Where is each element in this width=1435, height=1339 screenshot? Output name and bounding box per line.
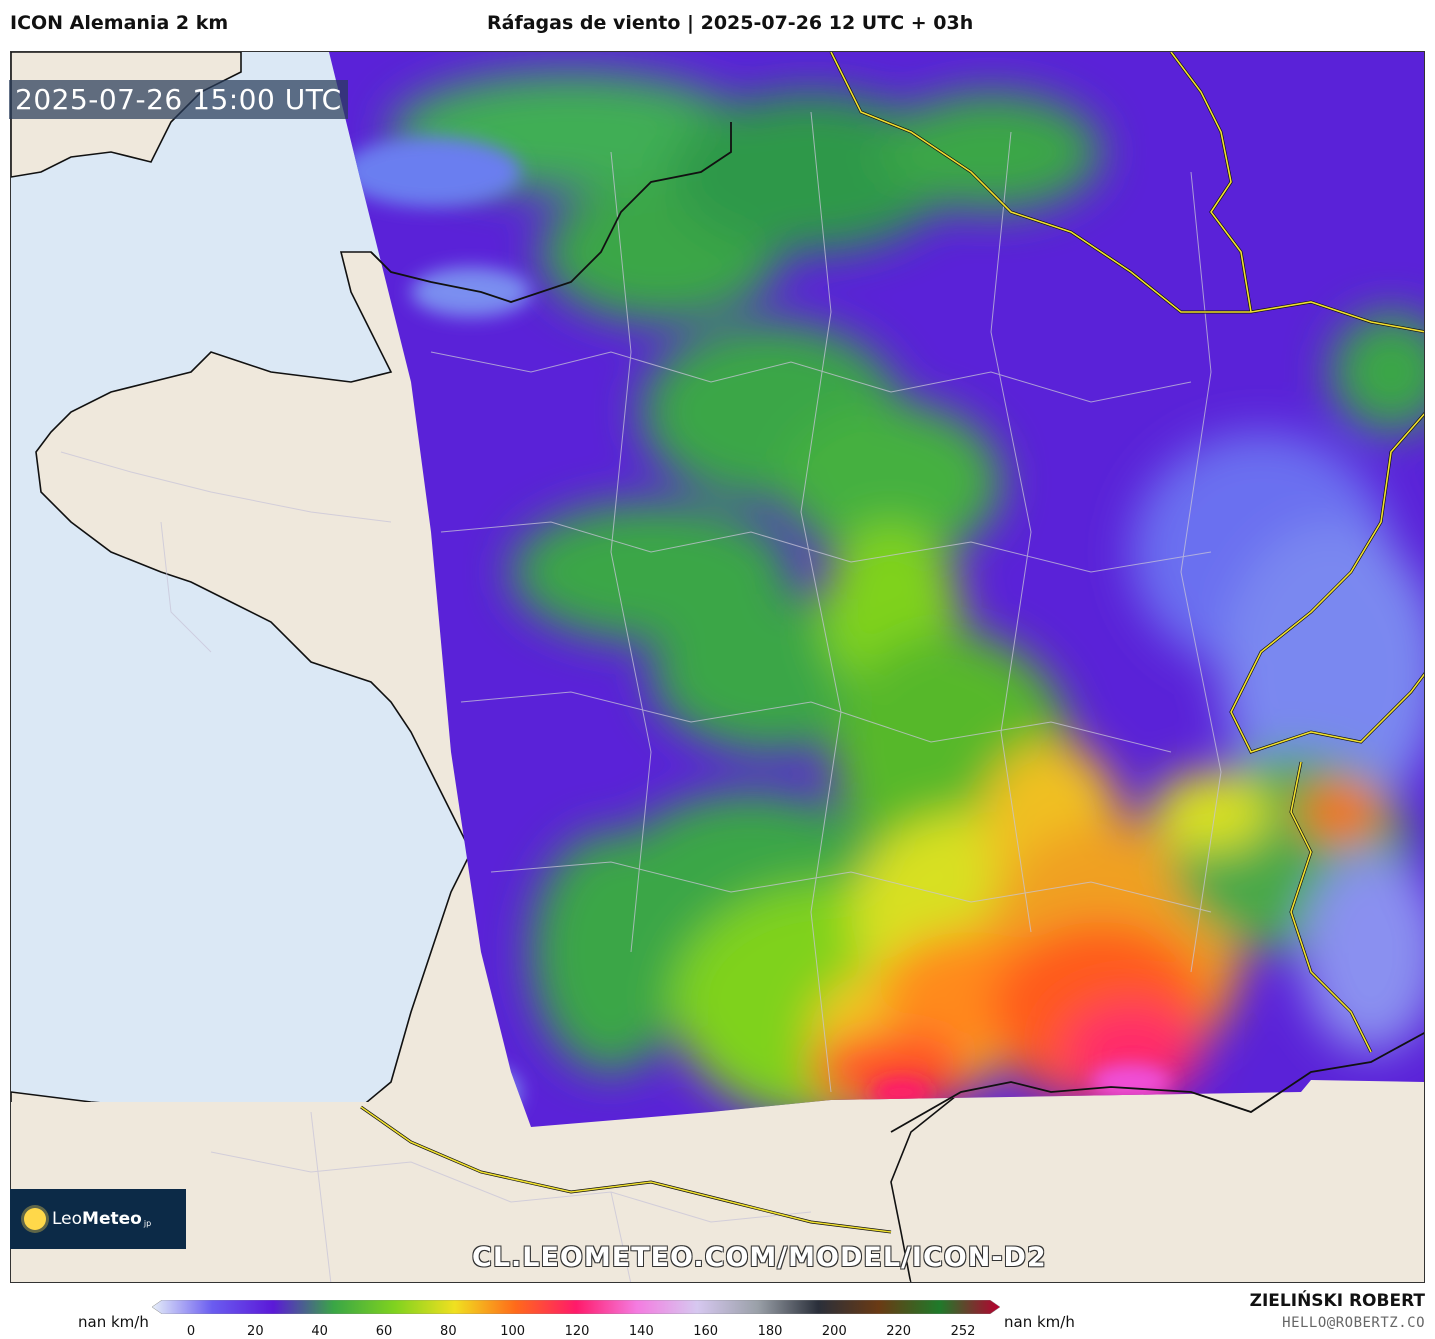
leometeo-logo[interactable]: Leo Meteo jp: [10, 1189, 186, 1249]
author-email[interactable]: HELLO@ROBERTZ.CO: [1282, 1315, 1425, 1331]
unit-label-right: nan km/h: [1004, 1313, 1075, 1331]
colorbar-tick-label: 0: [186, 1324, 196, 1339]
colorbar-tick-label: 40: [311, 1324, 328, 1339]
colorbar-tick-label: 252: [950, 1324, 976, 1339]
colorbar-tick-label: 180: [757, 1324, 783, 1339]
model-title: ICON Alemania 2 km: [10, 12, 229, 34]
wind-gust-map: [11, 52, 1424, 1282]
colorbar-tick-label: 80: [440, 1324, 457, 1339]
logo-suffix: jp: [143, 1218, 152, 1228]
sun-icon: [24, 1208, 46, 1230]
source-watermark: CL.LEOMETEO.COM/MODEL/ICON-D2: [472, 1242, 1047, 1273]
valid-time-label: 2025-07-26 15:00 UTC: [9, 80, 348, 119]
colorbar: [152, 1300, 1000, 1314]
colorbar-tick-label: 60: [375, 1324, 393, 1339]
colorbar-tick-label: 20: [247, 1324, 264, 1339]
author-name: ZIELIŃSKI ROBERT: [1249, 1291, 1425, 1311]
colorbar-tick-label: 220: [886, 1324, 912, 1339]
colorbar-tick-label: 200: [821, 1324, 847, 1339]
map-panel[interactable]: [10, 51, 1425, 1283]
colorbar-tick-label: 120: [564, 1324, 590, 1339]
chart-title: Ráfagas de viento | 2025-07-26 12 UTC + …: [487, 12, 974, 34]
logo-light: Leo: [52, 1209, 83, 1229]
colorbar-tick-label: 160: [693, 1324, 719, 1339]
unit-label-left: nan km/h: [78, 1313, 149, 1331]
colorbar-tick-label: 140: [628, 1324, 654, 1339]
logo-bold: Meteo: [82, 1209, 142, 1229]
colorbar-tick-label: 100: [500, 1324, 526, 1339]
